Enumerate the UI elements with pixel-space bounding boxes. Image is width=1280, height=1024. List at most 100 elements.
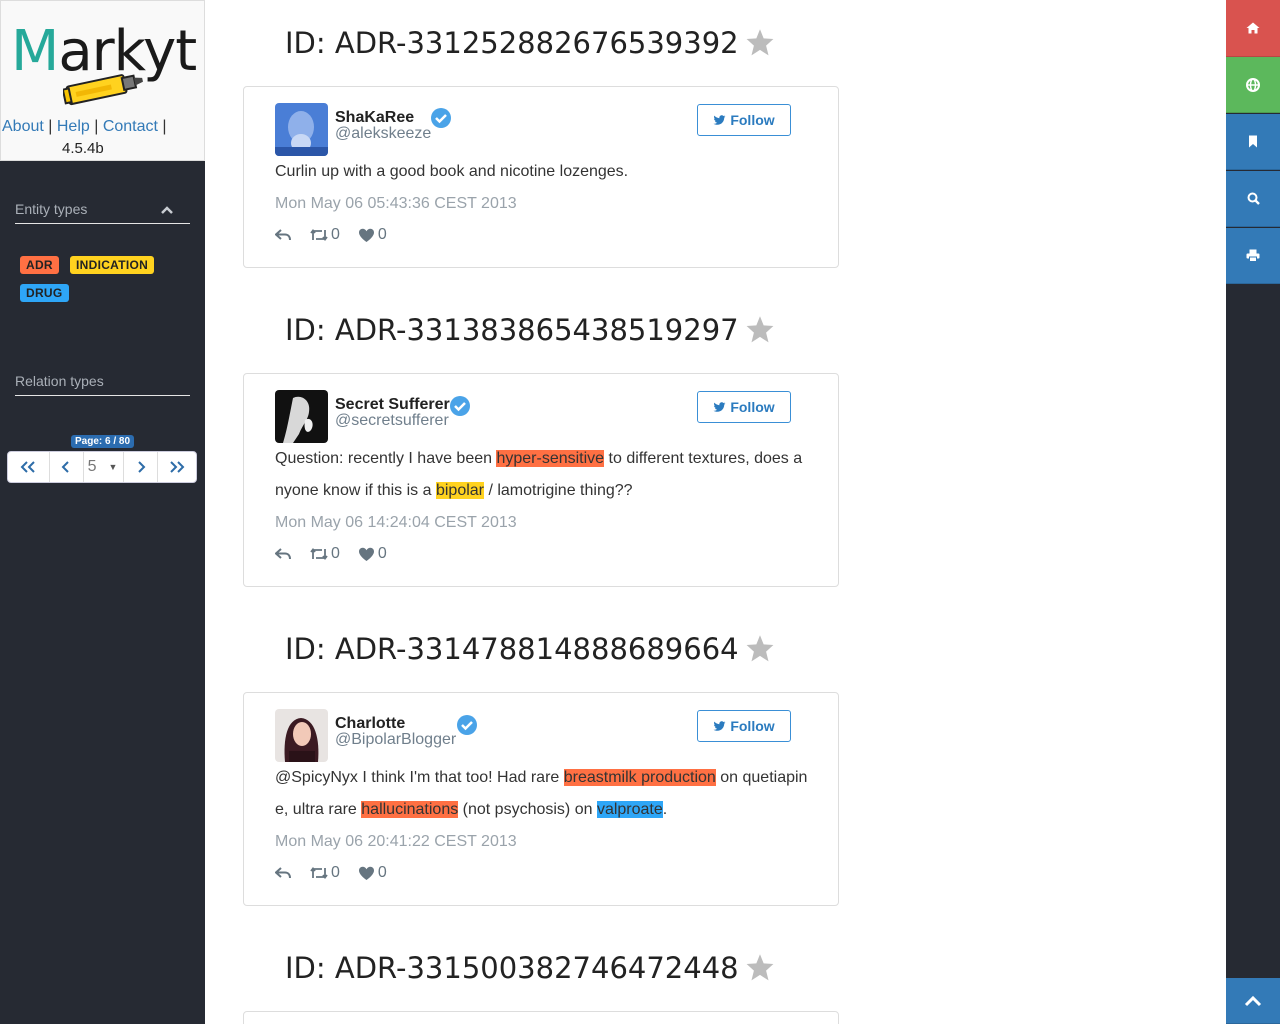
home-icon xyxy=(1246,22,1260,34)
reply-button[interactable] xyxy=(275,866,292,880)
heart-icon xyxy=(358,228,374,242)
tweet-card: Charlotte @BipolarBlogger Follow @SpicyN… xyxy=(243,692,839,906)
globe-button[interactable] xyxy=(1226,57,1280,113)
entity-indication-highlight[interactable]: bipolar xyxy=(435,482,484,499)
left-sidebar: Markyt About | Help | Contact | 4.5.4b E… xyxy=(0,0,205,1024)
tweet-id-heading: ID: ADR-331500382746472448 xyxy=(285,951,775,985)
chevron-up-icon[interactable] xyxy=(160,203,174,217)
twitter-bird-icon xyxy=(713,401,726,412)
relation-types-header[interactable]: Relation types xyxy=(15,373,190,396)
logo-panel: Markyt About | Help | Contact | 4.5.4b xyxy=(0,0,205,161)
star-icon[interactable] xyxy=(745,634,775,662)
follow-button[interactable]: Follow xyxy=(697,104,791,136)
entity-adr-highlight[interactable]: breastmilk production xyxy=(563,769,716,786)
highlighter-icon xyxy=(63,74,143,106)
contact-link[interactable]: Contact xyxy=(103,118,158,135)
reply-icon xyxy=(275,229,291,241)
verified-icon xyxy=(457,715,477,735)
tweet-text: Curlin up with a good book and nicotine … xyxy=(275,163,629,180)
verified-icon xyxy=(450,396,470,416)
like-button[interactable]: 0 xyxy=(358,864,387,882)
print-button[interactable] xyxy=(1226,228,1280,284)
like-button[interactable]: 0 xyxy=(358,226,387,244)
twitter-bird-icon xyxy=(713,720,726,731)
search-button[interactable] xyxy=(1226,171,1280,227)
user-handle[interactable]: @BipolarBlogger xyxy=(335,731,456,749)
star-icon[interactable] xyxy=(745,953,775,981)
prev-page-button[interactable] xyxy=(50,452,84,482)
retweet-button[interactable]: 0 xyxy=(310,864,340,882)
tweet-id-heading: ID: ADR-331478814888689664 xyxy=(285,632,775,666)
reply-button[interactable] xyxy=(275,547,292,561)
page-indicator: Page: 6 / 80 xyxy=(71,435,135,448)
entity-drug-highlight[interactable]: valproate xyxy=(596,801,663,818)
last-page-button[interactable] xyxy=(158,452,196,482)
tweet-actions: 0 0 xyxy=(275,864,405,882)
double-chevron-right-icon xyxy=(170,461,185,473)
heart-icon xyxy=(358,866,374,880)
tweet-card xyxy=(243,1011,839,1024)
chevron-up-icon xyxy=(1244,995,1262,1006)
next-page-button[interactable] xyxy=(124,452,159,482)
tweet-text: Question: recently I have been hyper-sen… xyxy=(275,450,803,499)
tweet-actions: 0 0 xyxy=(275,545,405,563)
reply-icon xyxy=(275,548,291,560)
heart-icon xyxy=(358,547,374,561)
page-select[interactable]: 5 ▼ xyxy=(84,452,125,482)
retweet-button[interactable]: 0 xyxy=(310,545,340,563)
retweet-icon xyxy=(310,548,328,560)
tweet-timestamp[interactable]: Mon May 06 20:41:22 CEST 2013 xyxy=(275,833,517,851)
help-link[interactable]: Help xyxy=(57,118,90,135)
follow-button[interactable]: Follow xyxy=(697,710,791,742)
globe-icon xyxy=(1246,77,1260,92)
entity-types-header[interactable]: Entity types xyxy=(15,201,190,224)
twitter-bird-icon xyxy=(713,114,726,125)
retweet-button[interactable]: 0 xyxy=(310,226,340,244)
tweet-timestamp[interactable]: Mon May 06 14:24:04 CEST 2013 xyxy=(275,514,517,532)
double-chevron-left-icon xyxy=(20,461,36,473)
pagination: 5 ▼ xyxy=(7,451,197,483)
verified-icon xyxy=(431,108,451,128)
reply-icon xyxy=(275,867,291,879)
home-button[interactable] xyxy=(1226,0,1280,57)
chevron-right-icon xyxy=(138,461,146,473)
user-handle[interactable]: @alekskeeze xyxy=(335,125,431,143)
entity-badge-drug[interactable]: DRUG xyxy=(20,284,69,302)
markyt-logo[interactable]: Markyt xyxy=(11,21,197,111)
user-handle[interactable]: @secretsufferer xyxy=(335,412,449,430)
tweet-id-heading: ID: ADR-331383865438519297 xyxy=(285,313,775,347)
print-icon xyxy=(1246,249,1260,262)
scroll-top-button[interactable] xyxy=(1226,978,1280,1024)
tweet-actions: 0 0 xyxy=(275,226,405,244)
entity-badge-adr[interactable]: ADR xyxy=(20,256,59,274)
version-label: 4.5.4b xyxy=(62,140,104,157)
top-links: About | Help | Contact | xyxy=(2,118,167,135)
tweet-card: ShaKaRee @alekskeeze Follow Curlin up wi… xyxy=(243,86,839,268)
tweet-id-heading: ID: ADR-331252882676539392 xyxy=(285,26,775,60)
tweet-text: @SpicyNyx I think I'm that too! Had rare… xyxy=(275,769,808,818)
chevron-left-icon xyxy=(61,461,69,473)
bookmark-button[interactable] xyxy=(1226,114,1280,170)
right-nav xyxy=(1226,0,1280,1024)
tweet-card: Secret Sufferer @secretsufferer Follow Q… xyxy=(243,373,839,587)
caret-down-icon: ▼ xyxy=(108,462,118,472)
avatar[interactable] xyxy=(275,390,328,443)
search-icon xyxy=(1247,192,1260,205)
entity-adr-highlight[interactable]: hallucinations xyxy=(361,801,459,818)
avatar[interactable] xyxy=(275,709,328,762)
avatar[interactable] xyxy=(275,103,328,156)
entity-adr-highlight[interactable]: hyper-sensitive xyxy=(496,450,605,467)
about-link[interactable]: About xyxy=(2,118,44,135)
star-icon[interactable] xyxy=(745,28,775,56)
star-icon[interactable] xyxy=(745,315,775,343)
bookmark-icon xyxy=(1249,135,1257,148)
retweet-icon xyxy=(310,867,328,879)
retweet-icon xyxy=(310,229,328,241)
main-content: ID: ADR-331252882676539392 ShaKaRee @ale… xyxy=(205,0,1226,1024)
entity-badge-indication[interactable]: INDICATION xyxy=(70,256,155,274)
first-page-button[interactable] xyxy=(8,452,50,482)
like-button[interactable]: 0 xyxy=(358,545,387,563)
reply-button[interactable] xyxy=(275,228,292,242)
tweet-timestamp[interactable]: Mon May 06 05:43:36 CEST 2013 xyxy=(275,195,517,213)
follow-button[interactable]: Follow xyxy=(697,391,791,423)
